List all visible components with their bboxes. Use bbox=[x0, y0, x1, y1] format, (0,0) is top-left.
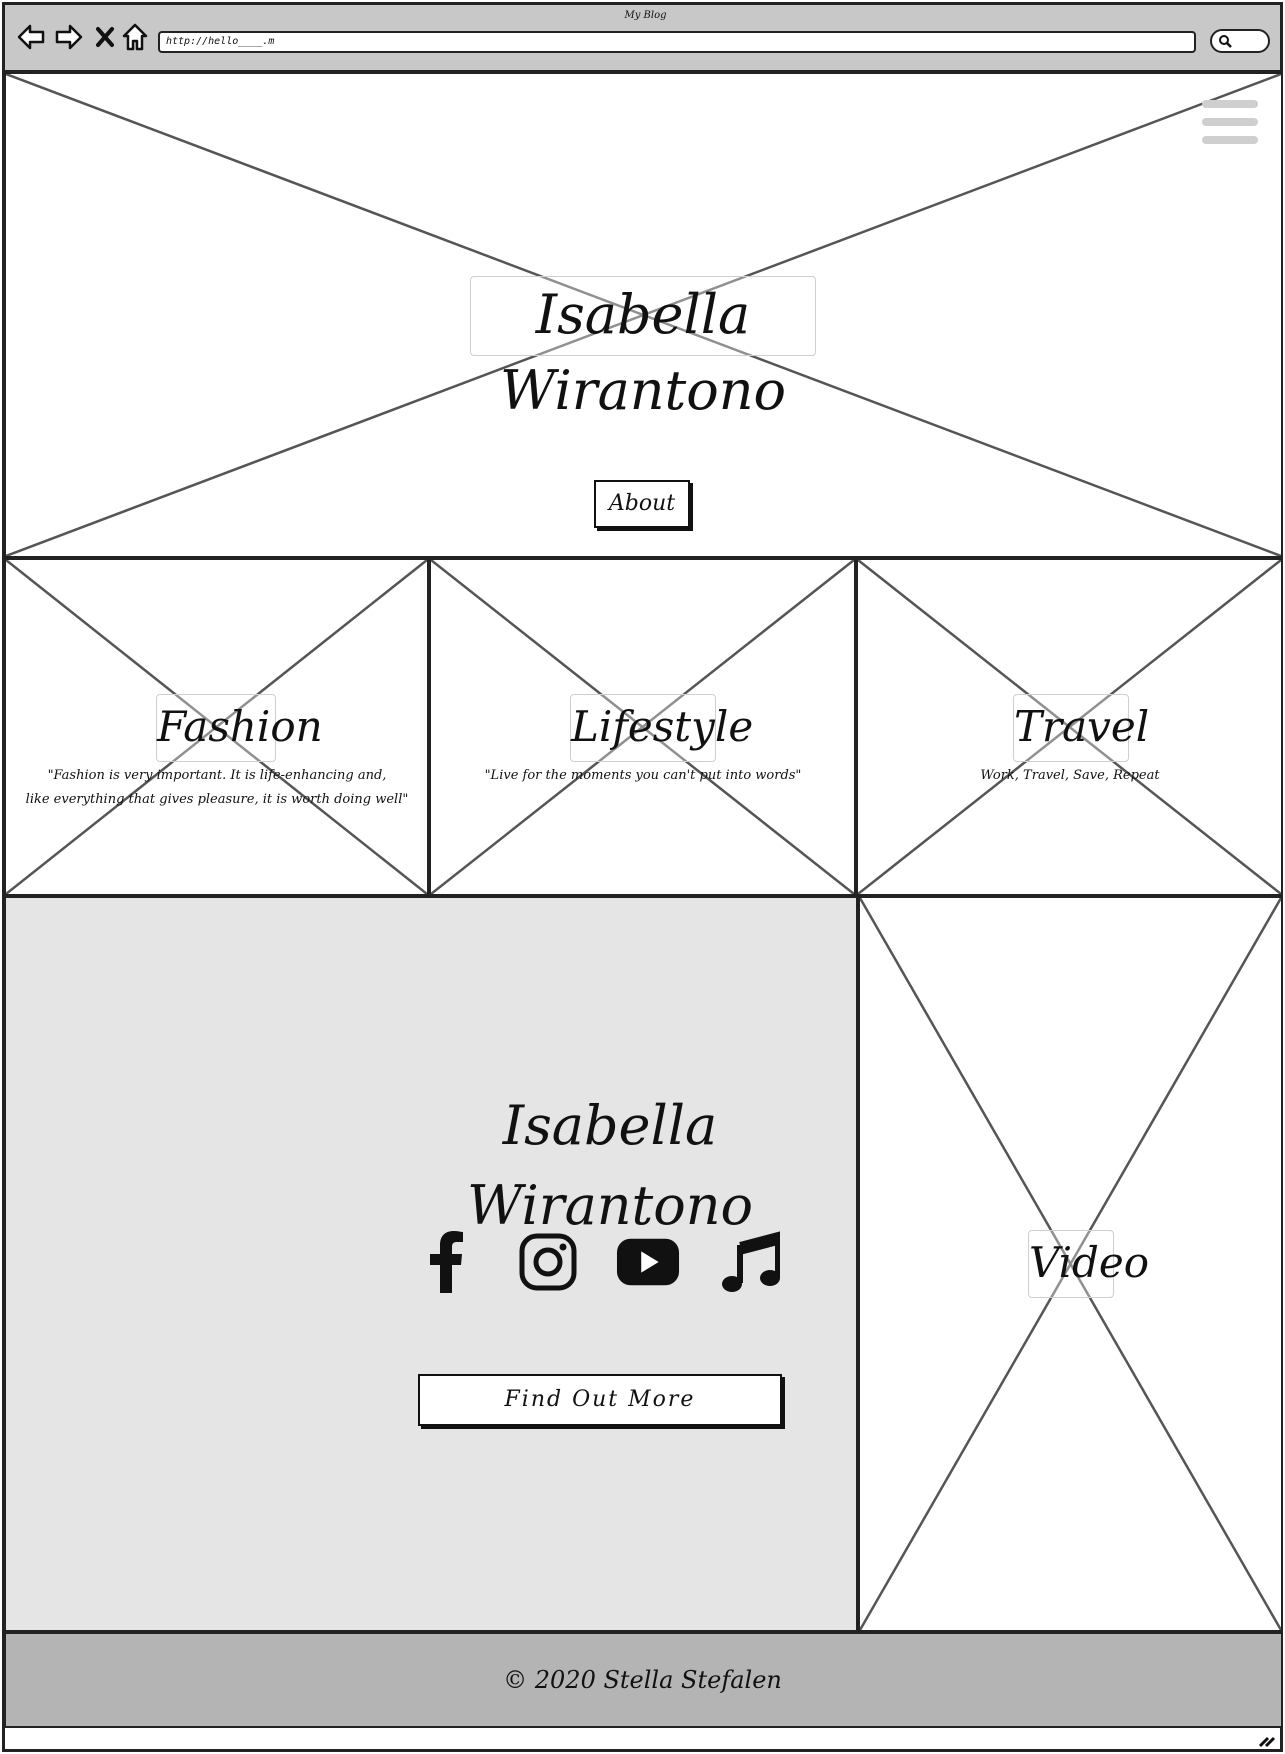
youtube-icon[interactable] bbox=[616, 1230, 680, 1294]
quote-line: "Fashion is very important. It is life-e… bbox=[47, 768, 387, 783]
facebook-icon[interactable] bbox=[414, 1230, 478, 1294]
category-quote-travel: Work, Travel, Save, Repeat bbox=[980, 768, 1160, 783]
category-title-lifestyle: Lifestyle bbox=[570, 694, 753, 762]
category-title-travel: Travel bbox=[1013, 694, 1149, 762]
back-arrow-icon[interactable] bbox=[16, 20, 46, 54]
home-icon[interactable] bbox=[120, 20, 150, 54]
resize-grip-icon[interactable] bbox=[1258, 1732, 1278, 1748]
window-title: My Blog bbox=[624, 10, 667, 21]
category-quote-fashion: "Fashion is very important. It is life-e… bbox=[20, 764, 414, 812]
category-quote-lifestyle: "Live for the moments you can't put into… bbox=[484, 768, 802, 783]
find-out-more-button[interactable]: Find Out More bbox=[418, 1374, 782, 1426]
copyright-text: © 2020 Stella Stefalen bbox=[503, 1666, 782, 1694]
category-title-fashion: Fashion bbox=[156, 694, 323, 762]
hamburger-menu-icon[interactable] bbox=[1202, 100, 1258, 148]
forward-arrow-icon[interactable] bbox=[54, 20, 84, 54]
quote-line: like everything that gives pleasure, it … bbox=[25, 792, 409, 807]
instagram-icon[interactable] bbox=[516, 1230, 580, 1294]
close-x-icon[interactable] bbox=[92, 20, 118, 54]
promo-name: Isabella Wirantono bbox=[466, 1094, 754, 1237]
hero-title: Isabella Wirantono bbox=[470, 276, 816, 422]
video-title: Video bbox=[1028, 1230, 1149, 1298]
browser-search-field[interactable] bbox=[1210, 29, 1270, 53]
address-bar[interactable]: http://hello____.m bbox=[158, 31, 1196, 53]
music-note-icon[interactable] bbox=[718, 1230, 782, 1294]
search-icon bbox=[1219, 35, 1232, 48]
about-button[interactable]: About bbox=[594, 480, 690, 528]
